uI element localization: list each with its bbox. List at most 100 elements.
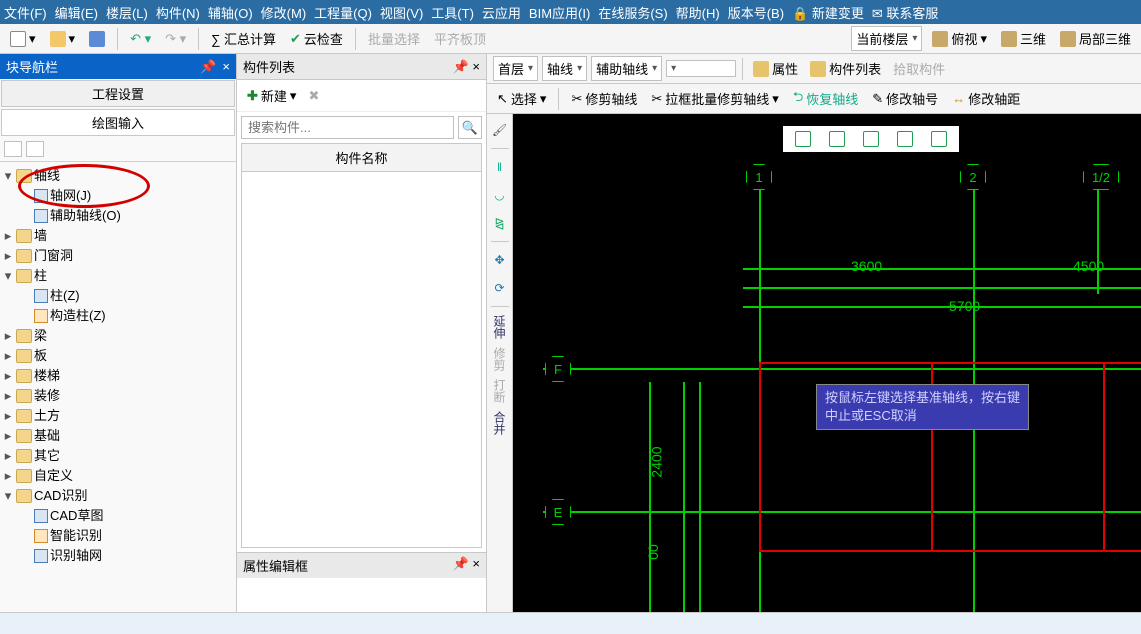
open-file-button[interactable]: ▾	[46, 29, 80, 49]
tree-item-aux-axis[interactable]: 辅助轴线(O)	[34, 206, 234, 226]
subcategory-select[interactable]: 辅助轴线	[591, 56, 662, 81]
menu-edit[interactable]: 编辑(E)	[55, 3, 98, 22]
current-floor-select[interactable]: 当前楼层	[851, 26, 922, 51]
local-3d-button[interactable]: 局部三维	[1056, 27, 1135, 50]
floor-select[interactable]: 首层	[493, 56, 538, 81]
tree-node-axis[interactable]: ▾轴线	[2, 166, 234, 186]
tree-item-cad-smart[interactable]: 智能识别	[34, 526, 234, 546]
close-icon[interactable]: ×	[472, 556, 480, 571]
property-button[interactable]: 属性	[749, 57, 802, 80]
item-select[interactable]	[666, 60, 736, 77]
component-column-header: 构件名称	[241, 143, 482, 172]
tree-item-grid[interactable]: 轴网(J)	[34, 186, 234, 206]
brush-icon[interactable]: 🖌	[490, 120, 510, 140]
menu-floor[interactable]: 楼层(L)	[106, 3, 148, 22]
delete-component-button[interactable]: ✖	[304, 86, 323, 106]
component-tree: ▾轴线 轴网(J) 辅助轴线(O) ▸墙 ▸门窗洞 ▾柱 柱(Z) 构造柱(Z)…	[0, 162, 236, 612]
vtool-trim[interactable]: 修剪	[491, 347, 508, 371]
tree-item-cad-draft[interactable]: CAD草图	[34, 506, 234, 526]
menu-online[interactable]: 在线服务(S)	[598, 3, 667, 22]
edit-axis-dist-button[interactable]: ↔ 修改轴距	[948, 87, 1024, 110]
mirror-icon[interactable]: ⧎	[490, 213, 510, 233]
tree-node-slab[interactable]: ▸板	[2, 346, 234, 366]
save-view-icon[interactable]	[863, 131, 879, 147]
flat-slab-button[interactable]: 平齐板顶	[430, 27, 490, 50]
tree-node-beam[interactable]: ▸梁	[2, 326, 234, 346]
new-file-button[interactable]: ▾	[6, 29, 40, 49]
component-search: 🔍	[237, 112, 486, 143]
batch-select-button[interactable]: 批量选择	[364, 27, 424, 50]
close-icon[interactable]: ×	[222, 59, 230, 75]
pin-icon[interactable]: 📌	[453, 59, 469, 74]
close-icon[interactable]: ×	[472, 59, 480, 74]
pin-icon[interactable]: 📌	[200, 59, 216, 75]
tree-node-earth[interactable]: ▸土方	[2, 406, 234, 426]
trim-axis-button[interactable]: ✂ 修剪轴线	[567, 87, 641, 110]
menu-version[interactable]: 版本号(B)	[728, 3, 784, 22]
search-button[interactable]: 🔍	[458, 116, 482, 139]
component-list-button[interactable]: 构件列表	[806, 57, 885, 80]
tab-project-settings[interactable]: 工程设置	[1, 80, 235, 107]
vtool-join[interactable]: 合并	[491, 411, 508, 435]
menu-contact[interactable]: ✉ 联系客服	[872, 3, 939, 22]
tree-node-custom[interactable]: ▸自定义	[2, 466, 234, 486]
menu-tool[interactable]: 工具(T)	[431, 3, 474, 22]
menu-help[interactable]: 帮助(H)	[676, 3, 720, 22]
tree-node-found[interactable]: ▸基础	[2, 426, 234, 446]
batch-trim-button[interactable]: ✂ 拉框批量修剪轴线 ▾	[647, 87, 782, 110]
ortho-view-button[interactable]: 俯视 ▾	[928, 27, 991, 50]
save-button[interactable]	[85, 29, 109, 49]
expand-icon[interactable]	[829, 131, 845, 147]
share-icon[interactable]	[897, 131, 913, 147]
tree-item-column-z[interactable]: 柱(Z)	[34, 286, 234, 306]
tree-node-wall[interactable]: ▸墙	[2, 226, 234, 246]
menu-cloud[interactable]: 云应用	[482, 3, 521, 22]
cloud-check-button[interactable]: ✔ 云检查	[286, 27, 347, 50]
drawing-canvas[interactable]: 1 2 1/2 F E 3600 4500 5700 2400 00 按鼠标左键…	[513, 114, 1141, 612]
redo-button[interactable]: ↷ ▾	[161, 29, 190, 49]
menu-bim[interactable]: BIM应用(I)	[529, 3, 590, 22]
pick-component-button[interactable]: 拾取构件	[889, 57, 949, 80]
undo-button[interactable]: ↶ ▾	[126, 29, 155, 49]
vtool-break[interactable]: 打断	[491, 379, 508, 403]
tree-node-cad[interactable]: ▾CAD识别	[2, 486, 234, 506]
edit-axis-no-button[interactable]: ✎ 修改轴号	[868, 87, 942, 110]
tree-node-deco[interactable]: ▸装修	[2, 386, 234, 406]
menu-view[interactable]: 视图(V)	[380, 3, 423, 22]
menu-quantity[interactable]: 工程量(Q)	[314, 3, 372, 22]
tree-node-column[interactable]: ▾柱	[2, 266, 234, 286]
tree-item-gz-column[interactable]: 构造柱(Z)	[34, 306, 234, 326]
new-component-button[interactable]: ✚ 新建 ▾	[243, 84, 300, 107]
expand-icon[interactable]	[4, 141, 22, 157]
axis-bubble-e: E	[545, 499, 571, 525]
axis-bubble-2: 2	[960, 164, 986, 190]
menu-modify[interactable]: 修改(M)	[261, 3, 307, 22]
category-select[interactable]: 轴线	[542, 56, 587, 81]
menu-component[interactable]: 构件(N)	[156, 3, 200, 22]
search-input[interactable]	[241, 116, 454, 139]
gear-icon[interactable]	[931, 131, 947, 147]
axis-icon[interactable]: ‖	[490, 157, 510, 177]
select-tool[interactable]: ↖ 选择 ▾	[493, 87, 550, 110]
tree-item-cad-axis[interactable]: 识别轴网	[34, 546, 234, 566]
move-icon[interactable]: ✥	[490, 250, 510, 270]
status-bar	[0, 612, 1141, 634]
menu-new-change[interactable]: 🔒 新建变更	[792, 3, 864, 22]
pin-icon[interactable]: 📌	[453, 556, 469, 571]
collapse-icon[interactable]	[26, 141, 44, 157]
component-list-body[interactable]	[241, 172, 482, 548]
tree-node-other[interactable]: ▸其它	[2, 446, 234, 466]
vtool-extend[interactable]: 延伸	[491, 315, 508, 339]
arc-icon[interactable]: ◡	[490, 185, 510, 205]
3d-view-button[interactable]: 三维	[997, 27, 1050, 50]
tree-node-door[interactable]: ▸门窗洞	[2, 246, 234, 266]
dim-3600: 3600	[851, 258, 882, 274]
sum-calc-button[interactable]: ∑ 汇总计算	[207, 27, 280, 50]
menu-file[interactable]: 文件(F)	[4, 3, 47, 22]
tree-node-stairs[interactable]: ▸楼梯	[2, 366, 234, 386]
rotate-icon[interactable]: ⟳	[490, 278, 510, 298]
menu-aux-axis[interactable]: 辅轴(O)	[208, 3, 253, 22]
restore-axis-button[interactable]: ⮌ 恢复轴线	[789, 86, 862, 112]
tab-draw-input[interactable]: 绘图输入	[1, 109, 235, 136]
fit-icon[interactable]	[795, 131, 811, 147]
